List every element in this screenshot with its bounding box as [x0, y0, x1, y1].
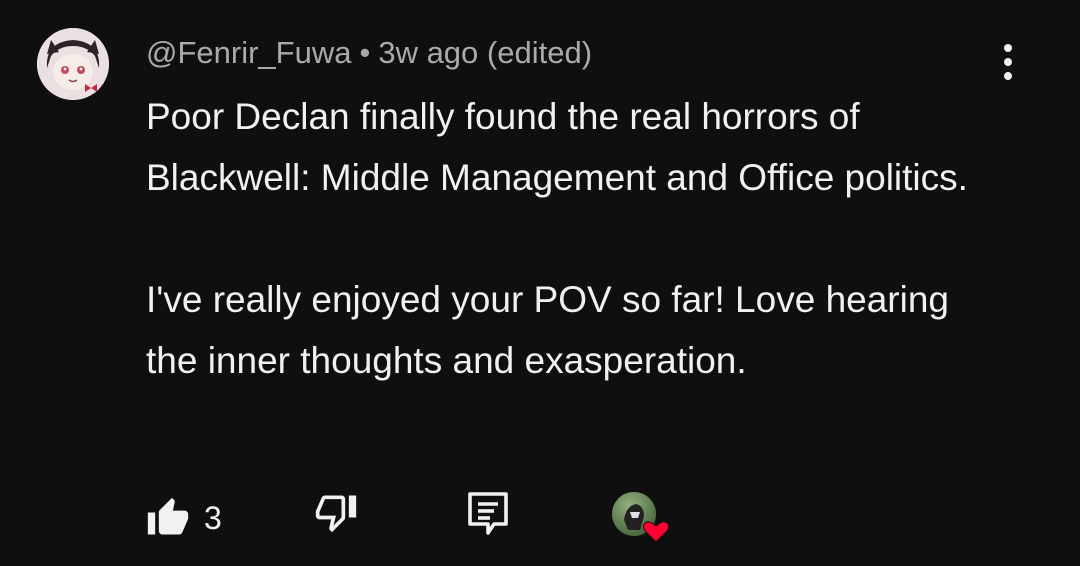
menu-dot [1004, 58, 1012, 66]
comment-timestamp[interactable]: 3w ago (edited) [378, 35, 592, 70]
comment-thread-item: @Fenrir_Fuwa • 3w ago (edited) Poor Declan… [0, 0, 1080, 566]
menu-dot [1004, 44, 1012, 52]
like-count: 3 [204, 500, 222, 536]
creator-avatar-heart-icon [612, 492, 670, 543]
reply-icon [468, 492, 508, 535]
author-name[interactable]: @Fenrir_Fuwa [146, 35, 351, 70]
comment-header: @Fenrir_Fuwa • 3w ago (edited) [146, 34, 592, 72]
comment-actions: 3 [146, 488, 746, 544]
comment-paragraph: Poor Declan finally found the real horro… [146, 96, 968, 198]
like-button[interactable] [146, 496, 190, 540]
reply-button[interactable] [466, 490, 510, 538]
menu-dot [1004, 72, 1012, 80]
meta-separator: • [359, 35, 371, 70]
more-vertical-icon[interactable] [990, 40, 1026, 84]
creator-heart-badge [610, 490, 672, 544]
dislike-button[interactable] [314, 490, 358, 534]
thumbs-up-icon [147, 497, 189, 535]
author-avatar[interactable] [37, 28, 109, 100]
avatar-image [37, 28, 109, 100]
thumbs-down-icon [315, 495, 357, 533]
comment-body: Poor Declan finally found the real horro… [146, 86, 1006, 391]
comment-paragraph: I've really enjoyed your POV so far! Lov… [146, 279, 949, 381]
